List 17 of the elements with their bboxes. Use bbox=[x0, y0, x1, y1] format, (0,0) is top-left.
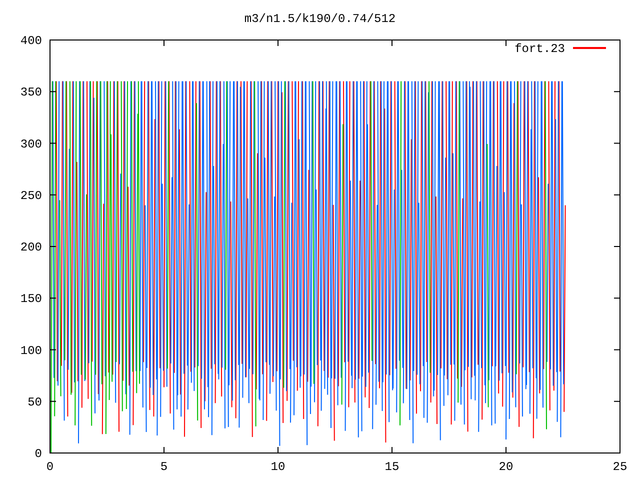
tick-label: 350 bbox=[20, 86, 42, 100]
tick-label: 150 bbox=[20, 292, 42, 306]
tick-label: 10 bbox=[270, 460, 286, 474]
tick-label: 25 bbox=[612, 460, 628, 474]
chart-title: m3/n1.5/k190/0.74/512 bbox=[244, 12, 396, 26]
tick-label: 0 bbox=[46, 460, 54, 474]
legend-label: fort.23 bbox=[514, 42, 565, 56]
tick-label: 250 bbox=[20, 188, 42, 203]
tick-label: 300 bbox=[20, 137, 42, 152]
tick-label: 20 bbox=[498, 460, 514, 474]
tick-label: 100 bbox=[20, 344, 42, 358]
tick-label: 200 bbox=[20, 240, 42, 254]
tick-label: 15 bbox=[384, 460, 400, 474]
tick-label: 400 bbox=[20, 34, 42, 48]
tick-label: 50 bbox=[28, 395, 42, 410]
tick-label: 0 bbox=[34, 447, 42, 461]
tick-label: 5 bbox=[160, 460, 168, 474]
